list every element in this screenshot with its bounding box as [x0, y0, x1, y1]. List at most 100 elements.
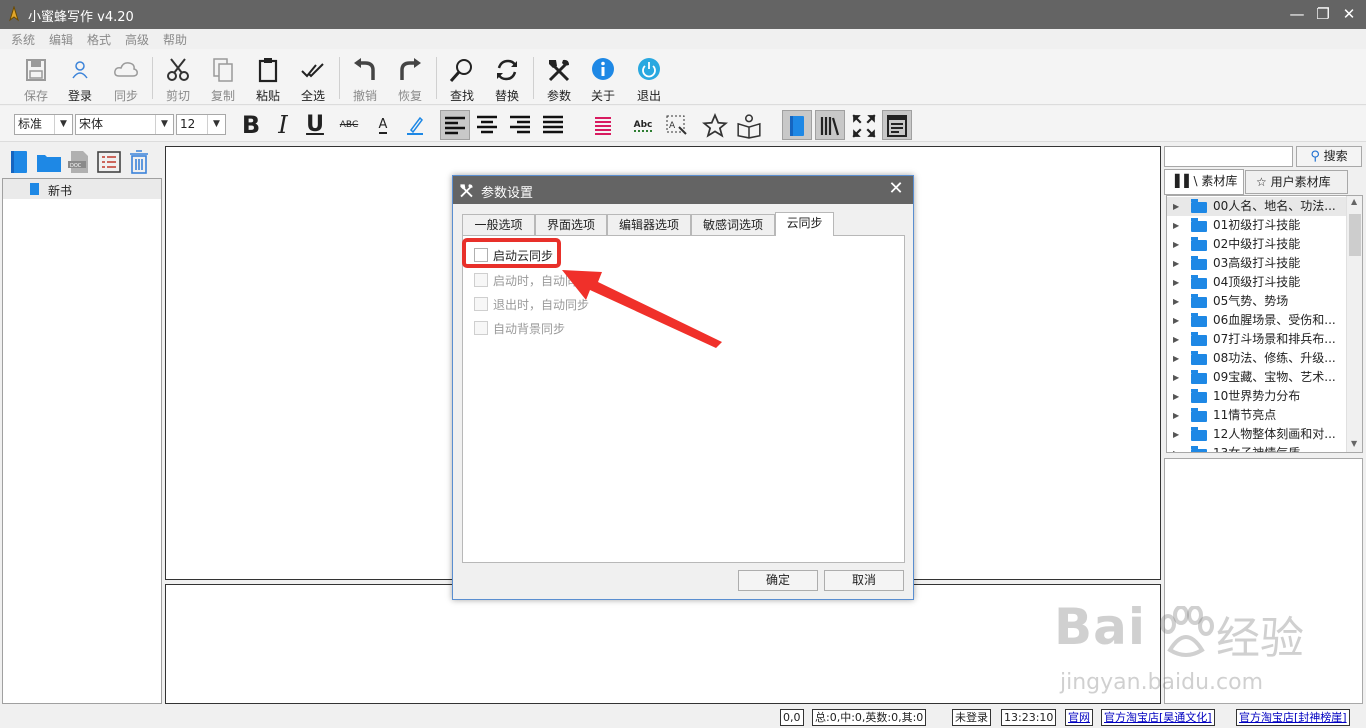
trash-icon[interactable] — [125, 148, 153, 176]
select-all-button[interactable]: 全选 — [291, 54, 335, 103]
material-list[interactable]: ▶ 00人名、地名、功法... ▶ 01初级打斗技能 ▶ 02中级打斗技能 ▶ 03高级… — [1166, 195, 1363, 453]
open-folder-icon[interactable] — [35, 148, 63, 176]
minimize-button[interactable]: — — [1284, 2, 1310, 26]
close-button[interactable]: ✕ — [1336, 2, 1362, 26]
expand-icon: ▶ — [1173, 354, 1180, 363]
search-input[interactable] — [1164, 146, 1293, 167]
menu-system[interactable]: 系统 — [11, 31, 35, 48]
spellcheck-button[interactable]: Abc — [628, 110, 658, 140]
scroll-up-icon[interactable]: ▲ — [1351, 197, 1357, 206]
justify-button[interactable] — [538, 110, 568, 140]
list-item[interactable]: ▶ 10世界势力分布 — [1167, 387, 1347, 406]
list-item[interactable]: ▶ 08功法、修练、升级... — [1167, 349, 1347, 368]
menu-advanced[interactable]: 高级 — [125, 31, 149, 48]
align-center-button[interactable] — [472, 110, 502, 140]
list-item[interactable]: ▶ 05气势、势场 — [1167, 292, 1347, 311]
style-select[interactable]: 标准 ▼ — [14, 114, 73, 135]
list-item[interactable]: ▶ 13女子神情气质 — [1167, 444, 1347, 452]
list-item[interactable]: ▶ 02中级打斗技能 — [1167, 235, 1347, 254]
notes-area[interactable] — [165, 584, 1161, 704]
font-color-button[interactable]: A — [368, 110, 398, 140]
shop-link-2[interactable]: 官方淘宝店[封神榜崖] — [1236, 709, 1350, 726]
doc-icon[interactable]: DOC — [65, 148, 93, 176]
bold-icon: B — [241, 111, 261, 139]
tab-cloud-sync[interactable]: 云同步 — [775, 212, 834, 236]
sync-button[interactable]: 同步 — [104, 54, 148, 103]
tab-sensitive-words[interactable]: 敏感词选项 — [691, 214, 775, 235]
book-tree[interactable]: 新书 — [2, 178, 162, 704]
dialog-close-button[interactable]: ✕ — [885, 178, 907, 199]
align-left-button[interactable] — [440, 110, 470, 140]
bold-button[interactable]: B — [236, 110, 266, 140]
strikethrough-button[interactable]: ABC — [334, 110, 364, 140]
sync-on-exit-checkbox[interactable] — [474, 297, 488, 311]
tab-editor[interactable]: 编辑器选项 — [607, 214, 691, 235]
tab-material[interactable]: ▌▌\ 素材库 — [1164, 169, 1244, 195]
fullscreen-button[interactable] — [849, 110, 879, 140]
tab-user-material[interactable]: ☆ 用户素材库 — [1245, 170, 1348, 194]
official-site-link[interactable]: 官网 — [1065, 709, 1093, 726]
toolbar-separator — [339, 57, 340, 99]
list-item[interactable]: ▶ 03高级打斗技能 — [1167, 254, 1347, 273]
redo-button[interactable]: 恢复 — [388, 54, 432, 103]
exit-button[interactable]: 退出 — [627, 54, 671, 103]
list-item[interactable]: ▶ 04顶级打斗技能 — [1167, 273, 1347, 292]
material-list-scrollbar[interactable]: ▲ ▼ — [1346, 196, 1362, 452]
justify-icon — [543, 115, 563, 134]
svg-text:DOC: DOC — [70, 163, 82, 169]
sync-on-start-checkbox[interactable] — [474, 273, 488, 287]
font-select[interactable]: 宋体 ▼ — [75, 114, 174, 135]
ok-button[interactable]: 确定 — [738, 570, 818, 591]
highlight-button[interactable] — [400, 110, 430, 140]
text-check-button[interactable]: A — [662, 110, 692, 140]
shop-link-1[interactable]: 官方淘宝店[昊通文化] — [1101, 709, 1215, 726]
list-item[interactable]: ▶ 06血腥场景、受伤和... — [1167, 311, 1347, 330]
maximize-button[interactable]: ❐ — [1310, 2, 1336, 26]
scroll-thumb[interactable] — [1349, 214, 1361, 256]
paragraph-format-button[interactable] — [588, 110, 618, 140]
background-sync-checkbox[interactable] — [474, 321, 488, 335]
double-check-icon — [301, 63, 324, 78]
underline-button[interactable]: U — [300, 110, 330, 140]
underline-icon: U — [306, 112, 324, 137]
list-item[interactable]: ▶ 12人物整体刻画和对... — [1167, 425, 1347, 444]
paste-button[interactable]: 粘贴 — [246, 54, 290, 103]
align-right-icon — [510, 115, 530, 134]
outline-icon[interactable] — [95, 148, 123, 176]
about-button[interactable]: 关于 — [581, 54, 625, 103]
list-item[interactable]: ▶ 00人名、地名、功法... — [1167, 197, 1347, 216]
params-button[interactable]: 参数 — [537, 54, 581, 103]
scroll-down-icon[interactable]: ▼ — [1351, 439, 1357, 448]
menu-format[interactable]: 格式 — [87, 31, 111, 48]
new-book-icon[interactable] — [5, 148, 33, 176]
replace-button[interactable]: 替换 — [485, 54, 529, 103]
list-item[interactable]: ▶ 11情节亮点 — [1167, 406, 1347, 425]
read-button[interactable] — [734, 110, 764, 140]
list-item[interactable]: ▶ 09宝藏、宝物、艺术... — [1167, 368, 1347, 387]
expand-icon: ▶ — [1173, 278, 1180, 287]
search-button[interactable]: ⚲ 搜索 — [1296, 146, 1362, 167]
menu-help[interactable]: 帮助 — [163, 31, 187, 48]
undo-button[interactable]: 撤销 — [343, 54, 387, 103]
font-size-select[interactable]: 12 ▼ — [176, 114, 226, 135]
list-item[interactable]: ▶ 01初级打斗技能 — [1167, 216, 1347, 235]
side-panel-button[interactable] — [882, 110, 912, 140]
cancel-button[interactable]: 取消 — [824, 570, 904, 591]
tree-item-book[interactable]: 新书 — [3, 179, 161, 199]
tab-general[interactable]: 一般选项 — [462, 214, 535, 235]
list-item[interactable]: ▶ 07打斗场景和排兵布... — [1167, 330, 1347, 349]
copy-button[interactable]: 复制 — [201, 54, 245, 103]
tab-interface[interactable]: 界面选项 — [535, 214, 607, 235]
list-item-label: 07打斗场景和排兵布... — [1213, 332, 1336, 346]
library-view-button[interactable] — [815, 110, 845, 140]
italic-button[interactable]: I — [268, 110, 298, 140]
login-button[interactable]: 登录 — [58, 54, 102, 103]
chevron-down-icon: ▼ — [155, 115, 173, 134]
align-right-button[interactable] — [505, 110, 535, 140]
cut-button[interactable]: 剪切 — [156, 54, 200, 103]
find-button[interactable]: 查找 — [440, 54, 484, 103]
menu-edit[interactable]: 编辑 — [49, 31, 73, 48]
single-book-view-button[interactable] — [782, 110, 812, 140]
favorite-button[interactable] — [700, 110, 730, 140]
save-button[interactable]: 保存 — [14, 54, 58, 103]
